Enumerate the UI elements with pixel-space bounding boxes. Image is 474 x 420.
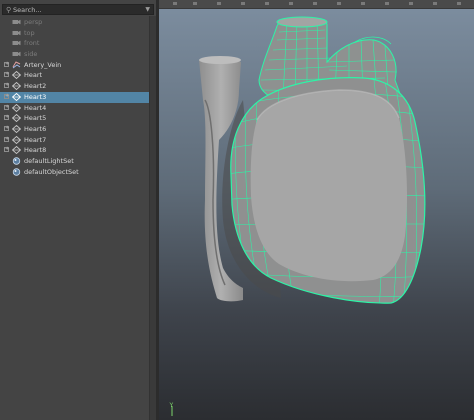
outliner-item-label: side [24, 50, 38, 59]
mesh-icon [12, 135, 21, 144]
outliner-item-label: front [24, 39, 40, 48]
mesh-icon [12, 103, 21, 112]
outliner-item-heart4[interactable]: + Heart4 [0, 103, 149, 114]
outliner-item-label: top [24, 28, 35, 37]
expand-toggle[interactable]: + [4, 125, 9, 131]
mesh-icon [12, 92, 21, 101]
expand-toggle[interactable]: + [4, 104, 9, 110]
outliner-item-label: persp [24, 18, 43, 26]
outliner-item-artery-vein[interactable]: + Artery_Vein [0, 60, 149, 71]
dropdown-arrow-icon[interactable]: ▼ [145, 6, 150, 14]
outliner-tree: persp top front side + Artery_Vein + Hea… [0, 17, 149, 177]
camera-icon [12, 51, 21, 57]
toolbar-button[interactable] [217, 2, 221, 5]
toolbar-button[interactable] [385, 2, 389, 5]
mesh-icon [12, 124, 21, 133]
outliner-item-persp[interactable]: persp [0, 17, 149, 28]
toolbar-button[interactable] [457, 2, 461, 5]
camera-icon [12, 41, 21, 46]
outliner-item-label: defaultObjectSet [24, 167, 79, 176]
outliner-item-label: Heart7 [24, 135, 47, 144]
toolbar-button[interactable] [173, 2, 177, 5]
expand-toggle[interactable]: + [4, 136, 9, 142]
outliner-item-side[interactable]: side [0, 49, 149, 60]
toolbar-button[interactable] [193, 2, 197, 5]
camera-icon [12, 30, 21, 35]
toolbar-button[interactable] [313, 2, 317, 5]
expand-toggle[interactable]: + [4, 72, 9, 78]
expand-toggle[interactable]: + [4, 61, 9, 67]
mesh-icon [12, 114, 21, 123]
outliner-item-heart[interactable]: + Heart [0, 70, 149, 81]
outliner-item-default-object-set[interactable]: defaultObjectSet [0, 167, 149, 178]
expand-toggle[interactable]: + [4, 115, 9, 121]
outliner-item-heart2[interactable]: + Heart2 [0, 81, 149, 92]
outliner-item-label: Heart6 [24, 124, 47, 133]
outliner-item-front[interactable]: front [0, 38, 149, 49]
toolbar-button[interactable] [433, 2, 437, 5]
expand-toggle[interactable]: + [4, 147, 9, 153]
outliner-item-label: Heart5 [24, 114, 47, 123]
toolbar-button[interactable] [337, 2, 341, 5]
search-placeholder: Search... [13, 6, 42, 14]
mesh-group-icon [12, 61, 21, 69]
viewport-scene: Y [159, 0, 474, 420]
outliner-scrollbar[interactable] [149, 16, 156, 420]
set-icon [12, 167, 21, 176]
axis-y-label: Y [169, 402, 174, 409]
outliner-item-label: Heart3 [24, 92, 47, 101]
outliner-item-heart5[interactable]: + Heart5 [0, 113, 149, 124]
viewport-toolbar[interactable] [159, 0, 474, 9]
search-icon: ⚲ [6, 6, 12, 14]
outliner-item-label: Artery_Vein [24, 60, 62, 69]
viewport-3d[interactable]: Y [159, 0, 474, 420]
expand-toggle[interactable]: + [4, 93, 9, 99]
mesh-icon [12, 146, 21, 155]
outliner-item-label: Heart [24, 71, 43, 80]
toolbar-button[interactable] [241, 2, 245, 5]
outliner-item-heart7[interactable]: + Heart7 [0, 135, 149, 146]
expand-toggle[interactable]: + [4, 83, 9, 89]
outliner-panel: ⚲ Search... ▼ persp top front side + Art… [0, 0, 156, 420]
outliner-search-input[interactable]: ⚲ Search... ▼ [2, 4, 154, 15]
toolbar-button[interactable] [289, 2, 293, 5]
outliner-item-label: Heart4 [24, 103, 47, 112]
mesh-icon [12, 71, 21, 80]
toolbar-button[interactable] [409, 2, 413, 5]
set-icon [12, 157, 21, 165]
mesh-icon [12, 82, 21, 91]
camera-icon [12, 19, 21, 25]
outliner-item-label: Heart2 [24, 82, 47, 91]
outliner-item-heart6[interactable]: + Heart6 [0, 124, 149, 135]
outliner-item-top[interactable]: top [0, 28, 149, 39]
outliner-item-heart3[interactable]: + Heart3 [0, 91, 149, 103]
toolbar-button[interactable] [265, 2, 269, 5]
outliner-item-label: defaultLightSet [24, 156, 74, 165]
outliner-item-label: Heart8 [24, 146, 47, 155]
outliner-item-default-light-set[interactable]: defaultLightSet [0, 156, 149, 167]
outliner-item-heart8[interactable]: + Heart8 [0, 145, 149, 156]
toolbar-button[interactable] [361, 2, 365, 5]
